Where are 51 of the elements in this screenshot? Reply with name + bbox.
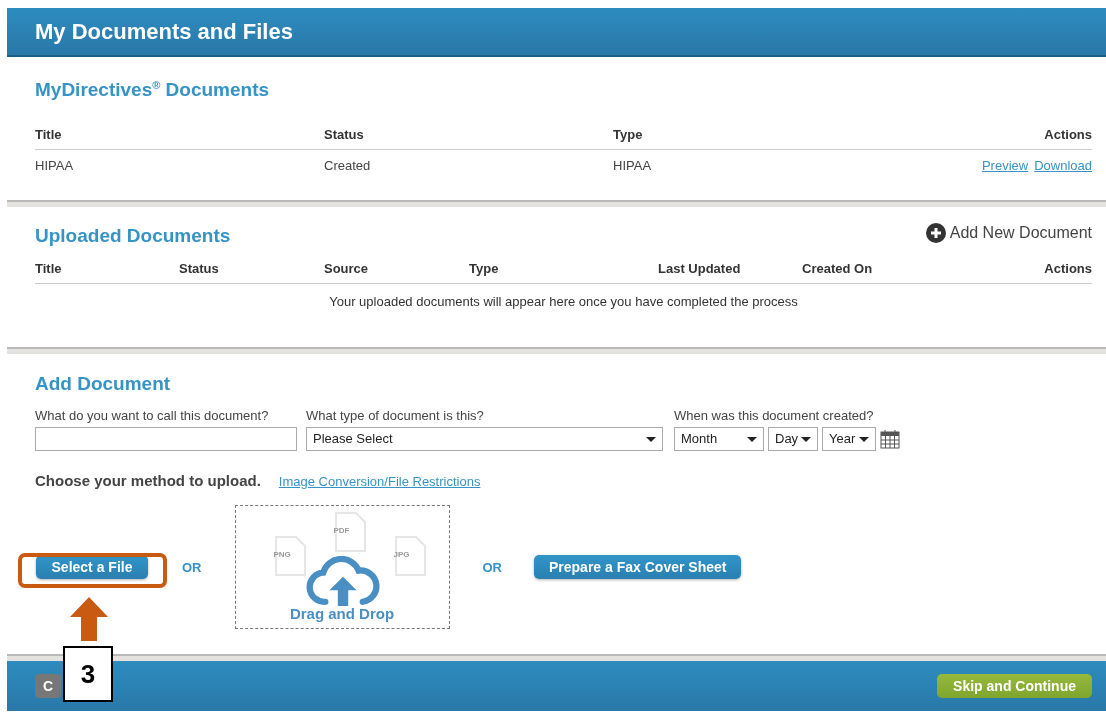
table-cell-text: Created [324,158,372,174]
column-header: Type [469,261,500,276]
page-title: My Documents and Files [35,18,293,45]
select-field[interactable]: Day [768,427,818,451]
select-field[interactable]: Month [674,427,764,451]
or-label: OR [182,559,202,575]
section-title: Add Document [35,373,172,395]
column-header: Created On [802,261,874,276]
table-cell-text: HIPAA [35,158,75,174]
section-title: Uploaded Documents [35,225,231,247]
file-icon [333,512,366,552]
field-label: What type of document is this? [306,408,485,423]
drop-zone-label: Drag and Drop [289,605,395,622]
input-field[interactable] [35,427,297,451]
action-link[interactable]: Preview [981,158,1029,174]
cloud-upload-icon [305,556,380,608]
file-icon [393,536,426,576]
drop-zone[interactable]: PNG PDF JPG Drag and Drop [234,505,450,629]
column-header: Type [613,127,644,143]
column-header: Status [179,261,220,276]
restrictions-link[interactable]: Image Conversion/File Restrictions [278,474,481,489]
section-title: MyDirectives$^{®}$ Documents [35,79,271,102]
column-header: Title [35,127,63,143]
or-label: OR [482,559,502,575]
up-arrow-icon [70,597,108,641]
select-file-button[interactable]: Select a File [36,555,148,579]
file-icon [273,536,306,576]
table-cell-text: HIPAA [613,158,653,174]
fax-cover-button[interactable]: Prepare a Fax Cover Sheet [534,555,742,579]
column-header: Status [324,127,365,143]
select-field[interactable]: Please Select [306,427,663,451]
empty-message: Your uploaded documents will appear here once you have completed the process [329,294,798,309]
step-number: 3 [63,646,113,702]
add-document-button[interactable]: Add New Document [925,223,1092,243]
field-label: When was this document created? [674,408,875,423]
calendar-icon[interactable] [880,429,900,449]
action-link[interactable]: Download [1034,158,1092,174]
column-header: Source [324,261,370,276]
column-header: Actions [1044,261,1092,276]
cancel-button[interactable]: C [35,674,62,698]
file-type-label: PDF [333,526,350,535]
skip-continue-button[interactable]: Skip and Continue [937,674,1092,698]
plus-icon [925,223,946,243]
field-label: What do you want to call this document? [35,408,270,423]
upload-prompt: Choose your method to upload. [35,472,261,489]
file-type-label: JPG [393,550,410,559]
file-type-label: PNG [273,550,291,559]
column-header: Last Updated [658,261,742,276]
column-header: Actions [1044,127,1092,143]
select-field[interactable]: Year [822,427,876,451]
column-header: Title [35,261,63,276]
